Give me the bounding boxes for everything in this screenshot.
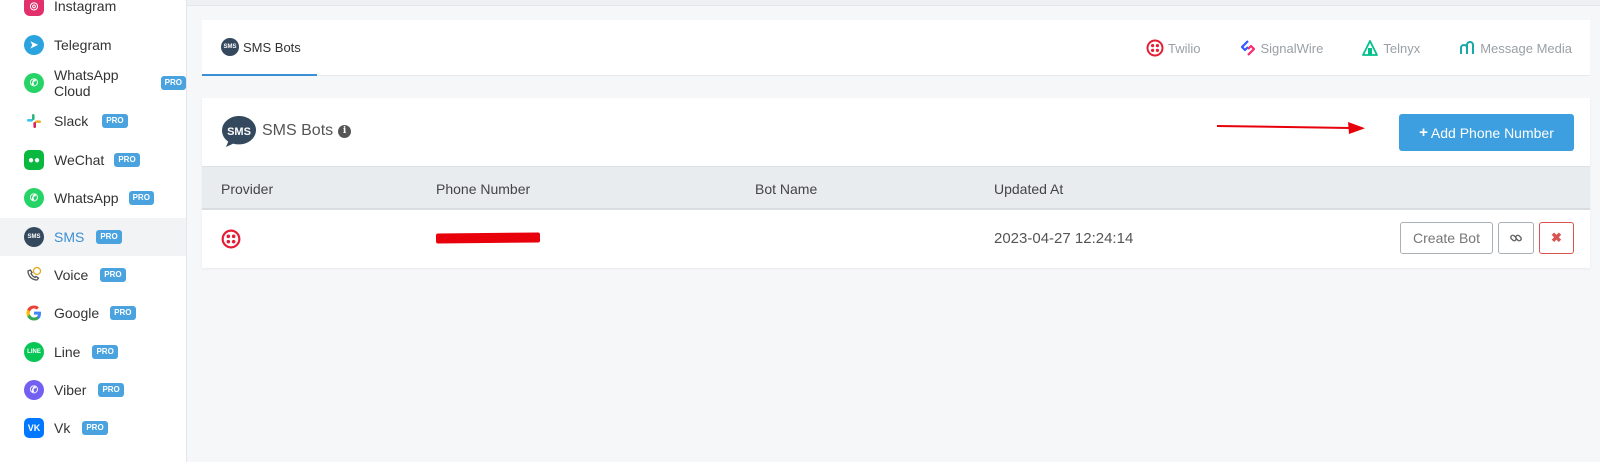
updated-at-cell: 2023-04-27 12:24:14: [994, 230, 1134, 247]
add-phone-number-button[interactable]: + Add Phone Number: [1399, 114, 1574, 151]
sidebar-item-label: SMS: [54, 229, 85, 245]
signalwire-icon: [1240, 40, 1255, 56]
delete-button[interactable]: ✖: [1539, 222, 1574, 254]
sidebar-item-instagram[interactable]: ◎ Instagram: [0, 0, 186, 25]
tab-twilio[interactable]: Twilio: [1146, 39, 1201, 57]
pro-badge: PRO: [82, 421, 108, 435]
card-title: SMS Bots i: [262, 122, 352, 140]
wechat-icon: ●●: [24, 150, 44, 170]
line-icon: LINE: [24, 342, 44, 362]
whatsapp-icon: ✆: [24, 188, 44, 208]
vk-icon: VK: [24, 418, 44, 438]
column-header-provider: Provider: [221, 181, 274, 197]
sms-icon: SMS: [24, 227, 44, 247]
sidebar-item-google[interactable]: Google PRO: [0, 294, 186, 332]
sidebar-item-label: WhatsApp: [54, 190, 119, 206]
sidebar-item-label: WeChat: [54, 152, 105, 168]
pro-badge: PRO: [102, 114, 128, 128]
tab-label: Telnyx: [1383, 40, 1421, 56]
column-header-phone-number: Phone Number: [436, 181, 531, 197]
tab-signalwire[interactable]: SignalWire: [1239, 39, 1324, 57]
plus-icon: +: [1419, 124, 1428, 141]
close-icon: ✖: [1551, 230, 1562, 245]
tab-label: SMS Bots: [243, 39, 301, 55]
sidebar-item-viber[interactable]: ✆ Viber PRO: [0, 371, 186, 409]
sidebar-item-label: Vk: [54, 420, 71, 436]
sidebar-item-slack[interactable]: Slack PRO: [0, 102, 186, 140]
sidebar-item-telegram[interactable]: ➤ Telegram: [0, 26, 186, 64]
top-strip: [187, 0, 1600, 6]
sidebar-item-wechat[interactable]: ●● WeChat PRO: [0, 141, 186, 179]
twilio-icon: [1146, 39, 1164, 57]
sidebar-item-label: Telegram: [54, 37, 112, 53]
bot-tabs: SMS SMS Bots Twilio SignalWire Telnyx Me…: [202, 20, 1590, 76]
card-header: SMS SMS Bots i + Add Phone Number: [202, 98, 1590, 166]
sms-icon: SMS: [221, 38, 239, 56]
tab-sms-bots[interactable]: SMS SMS Bots: [202, 20, 317, 76]
column-header-updated-at: Updated At: [994, 181, 1064, 197]
instagram-icon: ◎: [24, 0, 44, 16]
telegram-icon: ➤: [24, 35, 44, 55]
tab-label: Message Media: [1480, 40, 1572, 56]
card-title-text: SMS Bots: [262, 122, 334, 139]
tab-message-media[interactable]: Message Media: [1458, 39, 1572, 57]
message-media-icon: [1460, 41, 1475, 54]
sidebar-item-vk[interactable]: VK Vk PRO: [0, 409, 186, 447]
sidebar-item-label: Line: [54, 344, 81, 360]
viber-icon: ✆: [24, 380, 44, 400]
telnyx-icon: [1362, 40, 1379, 56]
sidebar-item-label: WhatsApp Cloud: [54, 67, 119, 99]
sidebar-item-sms[interactable]: SMS SMS PRO: [0, 218, 186, 256]
column-header-bot-name: Bot Name: [755, 181, 818, 197]
sidebar-item-whatsapp-cloud[interactable]: ✆ WhatsApp Cloud PRO: [0, 64, 186, 102]
sms-icon-label: SMS: [227, 126, 251, 138]
pro-badge: PRO: [110, 306, 136, 320]
tab-label: Twilio: [1167, 40, 1201, 56]
add-phone-number-label: Add Phone Number: [1430, 124, 1554, 141]
pro-badge: PRO: [100, 268, 126, 282]
pro-badge: PRO: [96, 230, 122, 244]
sidebar-item-label: Voice: [54, 267, 89, 283]
link-button[interactable]: [1498, 222, 1534, 254]
info-icon[interactable]: i: [338, 124, 352, 138]
pro-badge: PRO: [160, 76, 186, 90]
sms-bots-card: SMS SMS Bots i + Add Phone Number Provid…: [202, 98, 1590, 268]
link-icon: [1510, 234, 1522, 242]
sidebar-item-voice[interactable]: Voice PRO: [0, 256, 186, 294]
sidebar-item-label: Viber: [54, 382, 87, 398]
twilio-icon: [221, 229, 241, 249]
sidebar-item-line[interactable]: LINE Line PRO: [0, 333, 186, 371]
create-bot-button[interactable]: Create Bot: [1400, 222, 1493, 254]
redaction-mark: [435, 232, 541, 244]
sidebar-item-label: Instagram: [54, 0, 117, 14]
tab-telnyx[interactable]: Telnyx: [1361, 39, 1420, 57]
table-row: 2023-04-27 12:24:14 Create Bot ✖: [202, 210, 1590, 268]
sidebar-item-whatsapp[interactable]: ✆ WhatsApp PRO: [0, 179, 186, 217]
pro-badge: PRO: [92, 345, 118, 359]
voice-icon: [24, 265, 44, 285]
tab-label: SignalWire: [1260, 40, 1324, 56]
sidebar: ◎ Instagram ➤ Telegram ✆ WhatsApp Cloud …: [0, 0, 187, 462]
table-header: Provider Phone Number Bot Name Updated A…: [202, 166, 1590, 210]
pro-badge: PRO: [114, 153, 140, 167]
whatsapp-icon: ✆: [24, 73, 44, 93]
annotation-arrow: [1216, 122, 1365, 134]
sms-icon: SMS: [222, 116, 256, 147]
provider-tabs: Twilio SignalWire Telnyx Message Media: [1146, 20, 1590, 76]
pro-badge: PRO: [98, 383, 124, 397]
slack-icon: [24, 111, 44, 131]
pro-badge: PRO: [128, 191, 154, 205]
sidebar-item-label: Google: [54, 305, 100, 321]
google-icon: [24, 303, 44, 323]
sidebar-item-label: Slack: [54, 113, 89, 129]
